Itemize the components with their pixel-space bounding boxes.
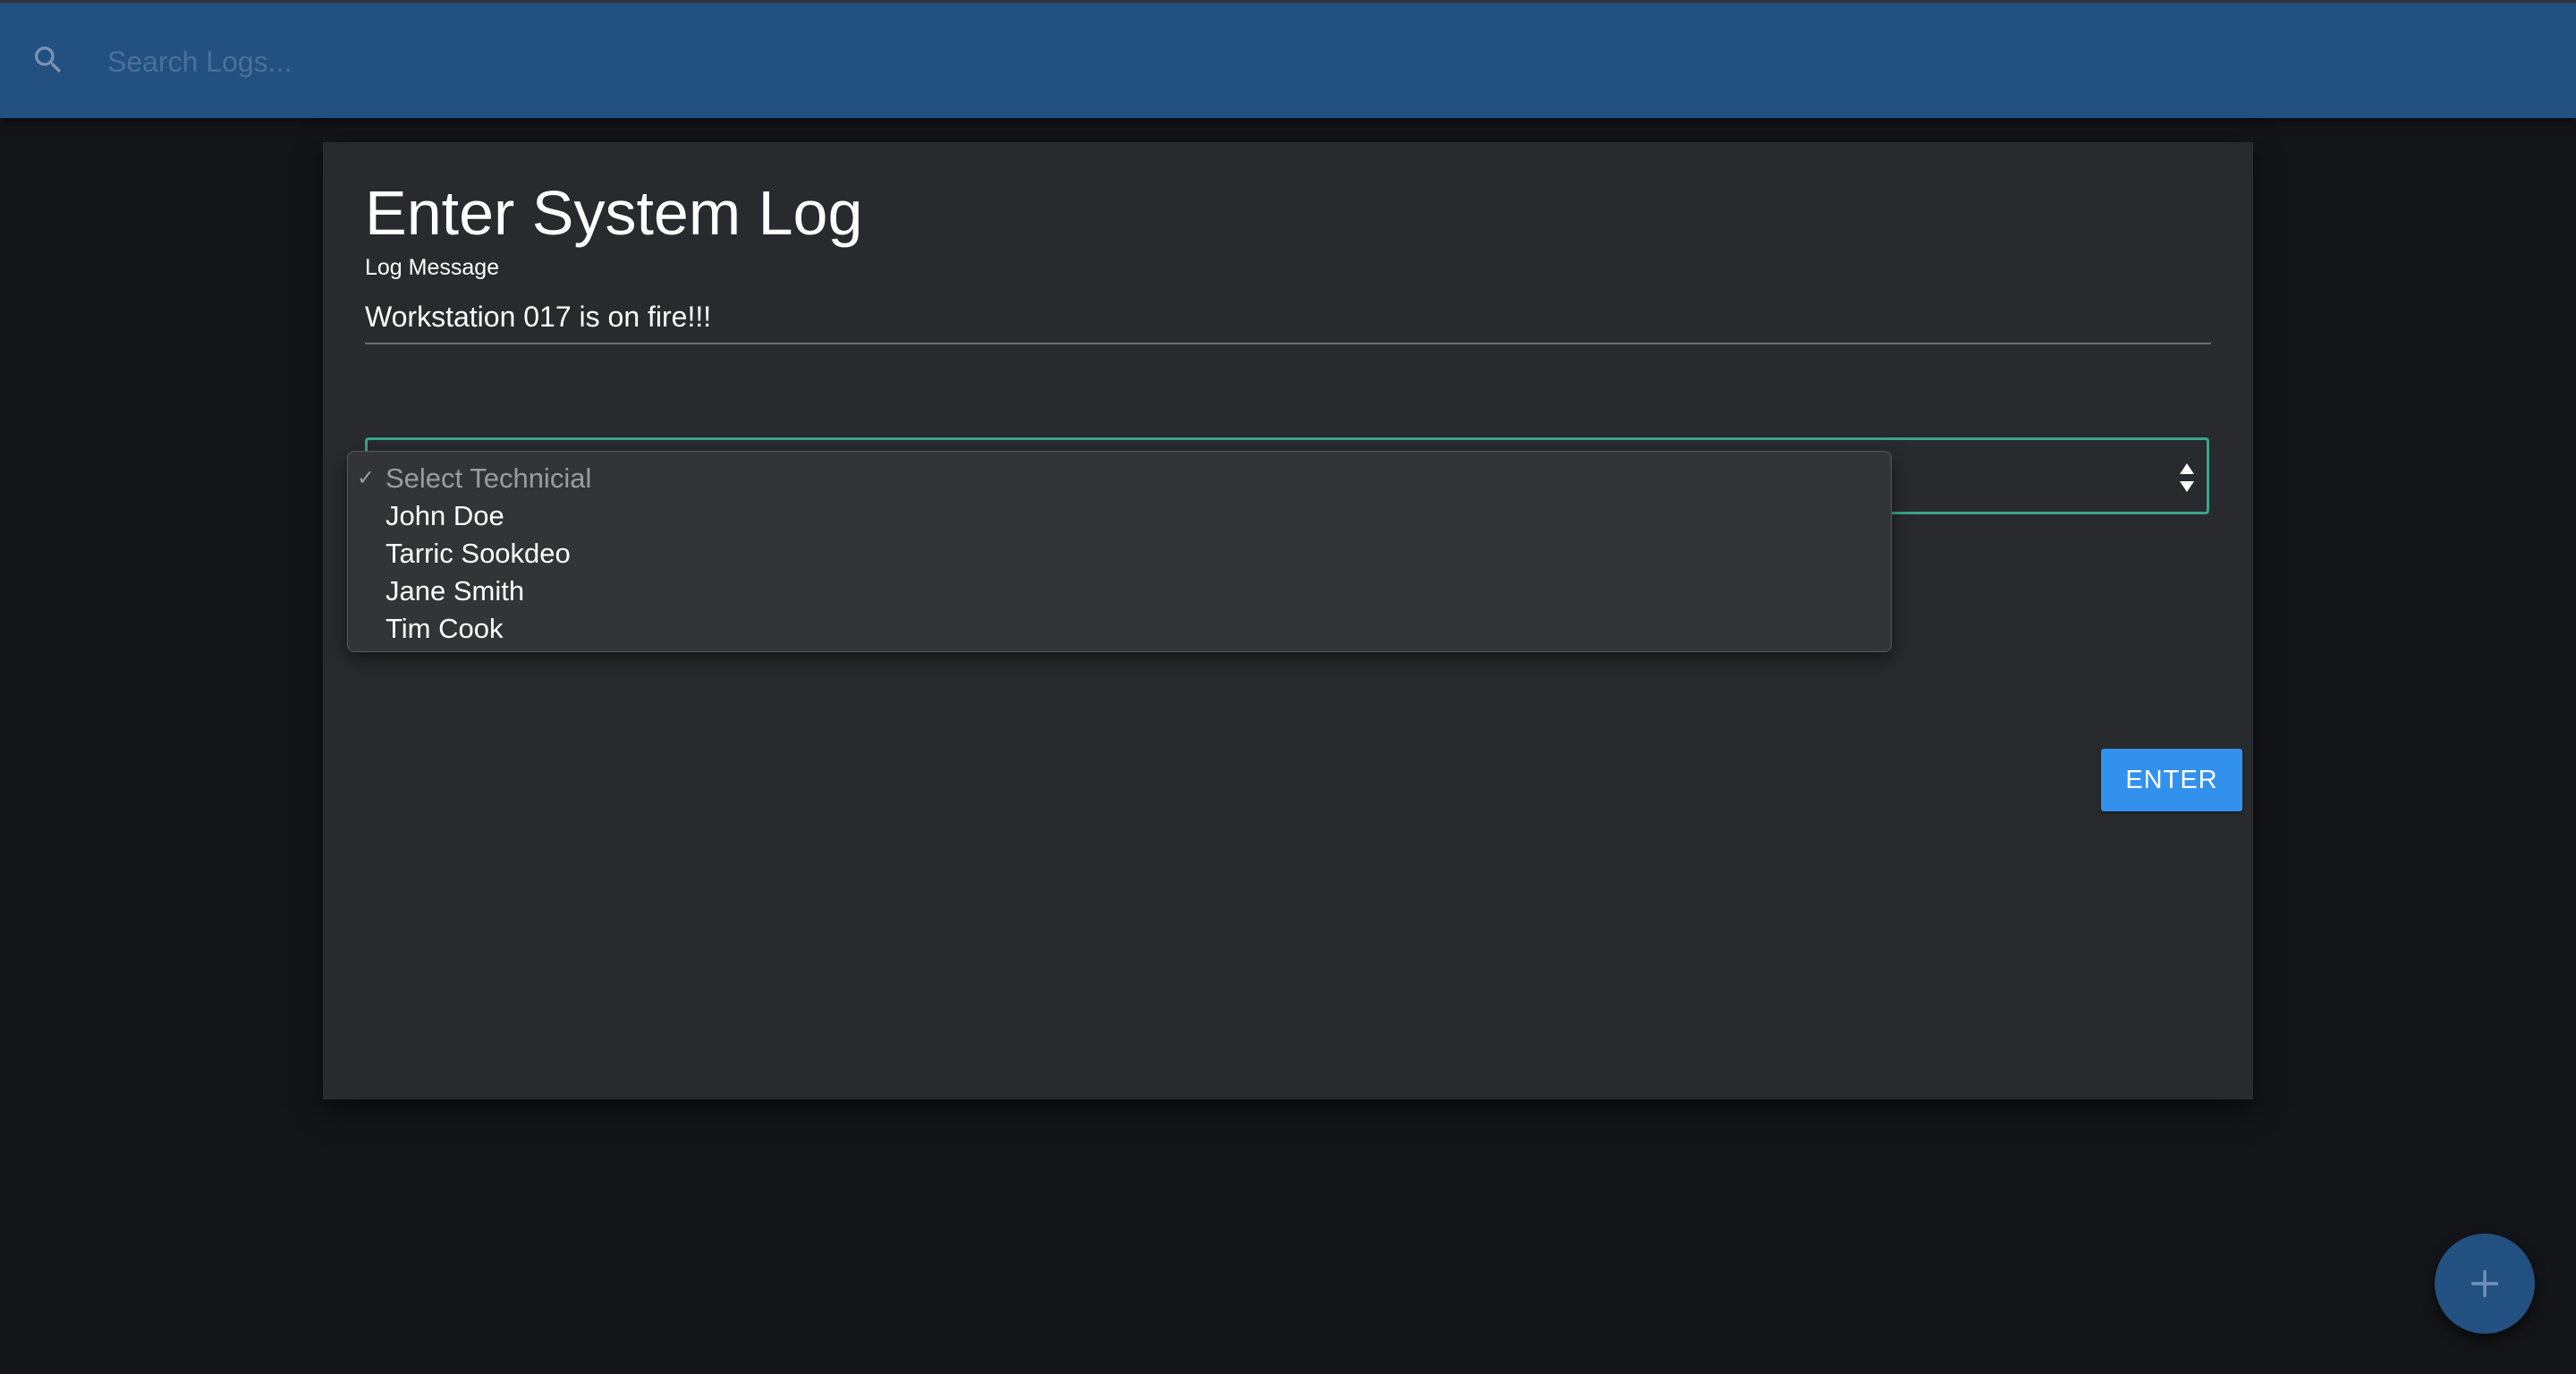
checkmark-icon: ✓ (357, 466, 376, 490)
dropdown-option-tim-cook[interactable]: Tim Cook (348, 610, 1891, 648)
dropdown-option-label: Tim Cook (386, 613, 504, 644)
enter-button[interactable]: ENTER (2101, 749, 2242, 811)
navbar (0, 0, 2576, 118)
log-message-label: Log Message (365, 255, 500, 280)
dropdown-option-label: John Doe (386, 500, 504, 531)
dropdown-option-label: Tarric Sookdeo (386, 538, 571, 569)
dropdown-option-label: Jane Smith (386, 575, 525, 606)
dropdown-option-label: Select Technicial (386, 462, 592, 494)
dropdown-option-john-doe[interactable]: John Doe (348, 497, 1891, 535)
dropdown-option-tarric-sookdeo[interactable]: Tarric Sookdeo (348, 535, 1891, 572)
search-input[interactable] (106, 30, 1182, 94)
dropdown-option-select-technician[interactable]: ✓ Select Technicial (348, 460, 1891, 497)
dropdown-option-jane-smith[interactable]: Jane Smith (348, 572, 1891, 610)
add-log-button[interactable] (2435, 1234, 2535, 1334)
modal-title: Enter System Log (365, 178, 863, 248)
select-arrows-icon (2180, 463, 2194, 492)
plus-icon (2470, 1269, 2499, 1298)
technician-dropdown-menu: ✓ Select Technicial John Doe Tarric Sook… (347, 451, 1892, 652)
log-message-input[interactable] (365, 291, 2211, 344)
search-icon[interactable] (30, 42, 66, 78)
